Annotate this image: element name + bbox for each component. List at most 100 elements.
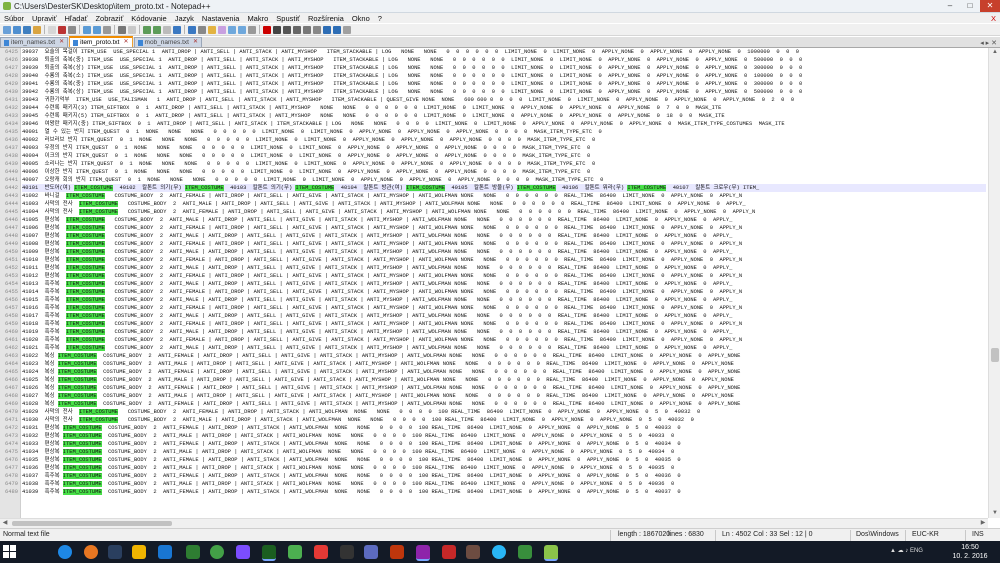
code-line[interactable]: 41020 흑주복 ITEM_COSTUME COSTUME_BODY 2 AN… bbox=[22, 336, 986, 344]
tab-close-icon[interactable]: ✕ bbox=[59, 38, 64, 47]
code-line[interactable]: 40005 소리나는 반지 ITEM_QUEST 0 1 NONE NONE N… bbox=[22, 160, 986, 168]
code-line[interactable]: 41036 편상복 ITEM_COSTUME COSTUME_BODY 2 AN… bbox=[22, 464, 986, 472]
find-icon[interactable] bbox=[143, 25, 151, 34]
replace-icon[interactable] bbox=[153, 25, 161, 34]
code-line[interactable]: 39044 수련록 패키지(3) ITEM_GIFTBOX 0 1 ANTI_D… bbox=[22, 104, 986, 112]
code-line[interactable]: 41018 흑주복 ITEM_COSTUME COSTUME_BODY 2 AN… bbox=[22, 320, 986, 328]
chrome-icon[interactable] bbox=[58, 545, 72, 559]
code-line[interactable]: 41017 흑주복 ITEM_COSTUME COSTUME_BODY 2 AN… bbox=[22, 312, 986, 320]
code-line[interactable]: 41006 편상복 ITEM_COSTUME COSTUME_BODY 2 AN… bbox=[22, 224, 986, 232]
code-line[interactable]: 41005 편상복 ITEM_COSTUME COSTUME_BODY 2 AN… bbox=[22, 216, 986, 224]
code-line[interactable]: 40002 러브러브 반지 ITEM_QUEST 0 1 NONE NONE N… bbox=[22, 136, 986, 144]
run-macro-icon[interactable] bbox=[293, 25, 301, 34]
code-line[interactable]: 41021 흑주복 ITEM_COSTUME COSTUME_BODY 2 AN… bbox=[22, 344, 986, 352]
code-line[interactable]: 41013 흑주복 ITEM_COSTUME COSTUME_BODY 2 AN… bbox=[22, 280, 986, 288]
code-line[interactable]: 41015 흑주복 ITEM_COSTUME COSTUME_BODY 2 AN… bbox=[22, 296, 986, 304]
tab-2[interactable]: mob_names.txt ✕ bbox=[133, 37, 202, 47]
code-line[interactable]: 40101 반도어(여) ITEM_COSTUME 40102 칼톤트 의기(무… bbox=[22, 184, 986, 192]
menu-item-4[interactable]: Kódovanie bbox=[127, 14, 170, 23]
minimize-button[interactable]: – bbox=[940, 0, 960, 12]
vertical-scroll-thumb[interactable] bbox=[991, 348, 999, 362]
code-line[interactable]: 41035 편상복 ITEM_COSTUME COSTUME_BODY 2 AN… bbox=[22, 456, 986, 464]
app-icon-7[interactable] bbox=[390, 545, 404, 559]
code-line[interactable]: 41023 복싱 ITEM_COSTUME COSTUME_BODY 2 ANT… bbox=[22, 360, 986, 368]
code-line[interactable]: 41008 편상복 ITEM_COSTUME COSTUME_BODY 2 AN… bbox=[22, 240, 986, 248]
code-line[interactable]: 41007 편상복 ITEM_COSTUME COSTUME_BODY 2 AN… bbox=[22, 232, 986, 240]
cut-icon[interactable] bbox=[83, 25, 91, 34]
vertical-scrollbar[interactable]: ▲ ▼ bbox=[988, 48, 1000, 518]
record-macro-icon[interactable] bbox=[263, 25, 271, 34]
copy-icon[interactable] bbox=[93, 25, 101, 34]
redo-icon[interactable] bbox=[128, 25, 136, 34]
code-line[interactable]: 39041 수룡의 축복(중) ITEM_USE USE_SPECIAL 1 A… bbox=[22, 80, 986, 88]
code-line[interactable]: 40003 우정의 반지 ITEM_QUEST 0 1 NONE NONE NO… bbox=[22, 144, 986, 152]
code-line[interactable]: 41027 복싱 ITEM_COSTUME COSTUME_BODY 2 ANT… bbox=[22, 392, 986, 400]
scroll-down-arrow-icon[interactable]: ▼ bbox=[989, 509, 1000, 518]
menu-item-1[interactable]: Upraviť bbox=[28, 14, 61, 23]
word-wrap-icon[interactable] bbox=[208, 25, 216, 34]
app-icon-8[interactable] bbox=[442, 545, 456, 559]
steam-icon[interactable] bbox=[108, 545, 122, 559]
code-line[interactable]: 39039 퇴출의 축복(상) ITEM_USE USE_SPECIAL 1 A… bbox=[22, 64, 986, 72]
code-line[interactable]: 39045 수련록 패키지(5) ITEM_GIFTBOX 0 1 ANTI_D… bbox=[22, 112, 986, 120]
store-icon[interactable] bbox=[158, 545, 172, 559]
code-line[interactable]: 39037 요술의 목걸이 ITEM_USE USE_SPECIAL 1 ANT… bbox=[22, 48, 986, 56]
menu-item-9[interactable]: Rozšírenia bbox=[304, 14, 348, 23]
file-explorer-icon[interactable] bbox=[132, 545, 146, 559]
menu-item-8[interactable]: Spustiť bbox=[272, 14, 304, 23]
text-area[interactable]: 39037 요술의 목걸이 ITEM_USE USE_SPECIAL 1 ANT… bbox=[22, 48, 986, 518]
menu-item-6[interactable]: Nastavenia bbox=[198, 14, 244, 23]
code-line[interactable]: 41026 복싱 ITEM_COSTUME COSTUME_BODY 2 ANT… bbox=[22, 384, 986, 392]
code-line[interactable]: 41024 복싱 ITEM_COSTUME COSTUME_BODY 2 ANT… bbox=[22, 368, 986, 376]
sync-vertical-icon[interactable] bbox=[188, 25, 196, 34]
play-macro-icon[interactable] bbox=[283, 25, 291, 34]
maximize-button[interactable]: □ bbox=[960, 0, 980, 12]
menu-item-3[interactable]: Zobraziť bbox=[91, 14, 127, 23]
app-icon-10[interactable] bbox=[518, 545, 532, 559]
save-macro-icon[interactable] bbox=[303, 25, 311, 34]
code-line[interactable]: 39042 수룡의 축복(상) ITEM_USE USE_SPECIAL 1 A… bbox=[22, 88, 986, 96]
code-line[interactable]: 41014 흑주복 ITEM_COSTUME COSTUME_BODY 2 AN… bbox=[22, 288, 986, 296]
notepadpp-taskbar-icon[interactable] bbox=[544, 545, 558, 561]
system-tray[interactable]: ▲ ☁ ♪ ENG bbox=[890, 547, 923, 554]
show-all-chars-icon[interactable] bbox=[218, 25, 226, 34]
arrow-up-icon[interactable] bbox=[313, 25, 321, 34]
function-list-icon[interactable] bbox=[248, 25, 256, 34]
code-line[interactable]: 41012 편상복 ITEM_COSTUME COSTUME_BODY 2 AN… bbox=[22, 272, 986, 280]
horizontal-scroll-thumb[interactable] bbox=[12, 521, 172, 526]
tab-1[interactable]: item_proto.txt ✕ bbox=[69, 36, 133, 47]
app-icon-5[interactable] bbox=[340, 545, 354, 559]
app-icon-2[interactable] bbox=[262, 545, 276, 561]
zoom-in-icon[interactable] bbox=[163, 25, 171, 34]
code-line[interactable]: 41002 바니걸 ITEM_COSTUME COSTUME_BODY 2 AN… bbox=[22, 192, 986, 200]
code-line[interactable]: 41037 흑주복 ITEM_COSTUME COSTUME_BODY 2 AN… bbox=[22, 472, 986, 480]
monitor-icon[interactable] bbox=[343, 25, 351, 34]
code-line[interactable]: 41009 편상복 ITEM_COSTUME COSTUME_BODY 2 AN… bbox=[22, 248, 986, 256]
spotify-icon[interactable] bbox=[210, 545, 224, 559]
menu-item-7[interactable]: Makro bbox=[243, 14, 272, 23]
code-line[interactable]: 41033 편상복 ITEM_COSTUME COSTUME_BODY 2 AN… bbox=[22, 440, 986, 448]
indent-guide-icon[interactable] bbox=[228, 25, 236, 34]
save-all-icon[interactable] bbox=[33, 25, 41, 34]
firefox-icon[interactable] bbox=[84, 545, 98, 559]
app-icon-9[interactable] bbox=[466, 545, 480, 559]
line-number-gutter[interactable]: 6425 6426 6427 6428 6429 6430 6431 6432 6433 6434… bbox=[0, 48, 21, 518]
code-line[interactable]: 40006 이상한 반지 ITEM_QUEST 0 1 NONE NONE NO… bbox=[22, 168, 986, 176]
menu-item-2[interactable]: Hľadať bbox=[61, 14, 92, 23]
open-file-icon[interactable] bbox=[13, 25, 21, 34]
code-line[interactable]: 41029 사막의 전사 ITEM_COSTUME COSTUME_BODY 2… bbox=[22, 408, 986, 416]
app-icon-6[interactable] bbox=[364, 545, 378, 559]
utorrent-icon[interactable] bbox=[186, 545, 200, 559]
app-icon-4[interactable] bbox=[314, 545, 328, 559]
menu-item-10[interactable]: Okno bbox=[348, 14, 374, 23]
code-line[interactable]: 39038 퇴출의 축복(중) ITEM_USE USE_SPECIAL 1 A… bbox=[22, 56, 986, 64]
tab-close-icon[interactable]: ✕ bbox=[193, 38, 198, 47]
app-icon-3[interactable] bbox=[288, 545, 302, 559]
clock[interactable]: 16:50 10. 2. 2016 bbox=[950, 543, 990, 561]
app-icon-1[interactable] bbox=[236, 545, 250, 559]
code-line[interactable]: 41025 복싱 ITEM_COSTUME COSTUME_BODY 2 ANT… bbox=[22, 376, 986, 384]
code-line[interactable]: 41003 사막의 전사 ITEM_COSTUME COSTUME_BODY 2… bbox=[22, 200, 986, 208]
windows-start-icon[interactable] bbox=[3, 545, 17, 559]
tab-scroll-controls[interactable]: ◂ ▸ ✕ bbox=[980, 39, 1000, 47]
tab-close-icon[interactable]: ✕ bbox=[124, 38, 129, 47]
